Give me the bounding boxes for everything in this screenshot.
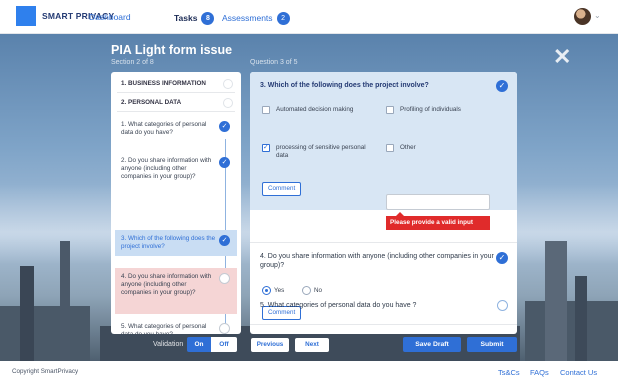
section-progress: Section 2 of 8 <box>111 59 154 66</box>
status-circle-icon <box>223 98 233 108</box>
question-3-title: 3. Which of the following does the proje… <box>260 82 429 89</box>
radio-label: No <box>314 287 323 294</box>
radio-no[interactable] <box>302 286 311 295</box>
status-circle-icon <box>223 79 233 89</box>
check-icon: ✓ <box>219 235 230 246</box>
radio-label: Yes <box>274 287 285 294</box>
sidebar-section-business[interactable]: 1. BUSINESS INFORMATION <box>117 76 235 93</box>
sidebar-item-label: 3. Which of the following does the proje… <box>121 235 216 251</box>
logo-icon[interactable] <box>16 6 36 26</box>
nav-assessments[interactable]: Assessments 2 <box>222 12 290 25</box>
status-circle-icon <box>219 323 230 334</box>
sidebar-panel: 1. BUSINESS INFORMATION 2. PERSONAL DATA… <box>111 72 241 334</box>
option-label: Other <box>400 144 416 151</box>
validation-label: Validation <box>153 341 184 348</box>
radio-yes[interactable] <box>262 286 271 295</box>
validation-off-toggle[interactable]: Off <box>211 337 237 352</box>
copyright-text: Copyright SmartPrivacy <box>12 368 79 375</box>
question-progress: Question 3 of 5 <box>250 59 298 66</box>
question-5-title[interactable]: 5. What categories of personal data do y… <box>260 302 416 309</box>
page-title: PIA Light form issue <box>111 43 233 57</box>
checkbox-automated-decision[interactable] <box>262 106 270 114</box>
previous-button[interactable]: Previous <box>251 338 289 352</box>
status-circle-icon <box>219 273 230 284</box>
status-circle-icon <box>497 300 508 311</box>
avatar[interactable] <box>574 8 591 25</box>
validation-on-toggle[interactable]: On <box>187 337 211 352</box>
check-icon: ✓ <box>496 252 508 264</box>
skyline-building <box>525 301 618 361</box>
close-icon[interactable]: ✕ <box>553 44 571 70</box>
terms-link[interactable]: Ts&Cs <box>498 368 520 377</box>
checkbox-other[interactable] <box>386 144 394 152</box>
check-icon: ✓ <box>219 157 230 168</box>
checkbox-sensitive-data[interactable] <box>262 143 270 152</box>
sidebar-item-q2[interactable]: 2. Do you share information with anyone … <box>115 152 237 187</box>
validation-error: Please provide a valid input <box>386 212 490 230</box>
skyline-building <box>0 306 90 361</box>
skyline-building <box>545 241 567 361</box>
question-panel: 3. Which of the following does the proje… <box>250 72 517 334</box>
sidebar-section-personal-data[interactable]: 2. PERSONAL DATA <box>117 95 235 112</box>
save-draft-button[interactable]: Save Draft <box>403 337 461 352</box>
sidebar-item-label: 1. What categories of personal data do y… <box>121 121 207 137</box>
sidebar-item-q4[interactable]: 4. Do you share information with anyone … <box>115 268 237 314</box>
sidebar-item-label: 4. Do you share information with anyone … <box>121 273 212 297</box>
divider <box>250 324 517 325</box>
page-footer: Copyright SmartPrivacy Ts&Cs FAQs Contac… <box>0 361 618 381</box>
checkbox-profiling[interactable] <box>386 106 394 114</box>
assessments-count-badge: 2 <box>276 12 290 25</box>
sidebar-item-q5[interactable]: 5. What categories of personal data do y… <box>115 318 237 334</box>
question-3-card: 3. Which of the following does the proje… <box>250 72 517 210</box>
option-label: processing of sensitive personal data <box>276 144 366 159</box>
check-icon: ✓ <box>496 80 508 92</box>
contact-us-link[interactable]: Contact Us <box>560 368 597 377</box>
check-icon: ✓ <box>219 121 230 132</box>
question-4-title: 4. Do you share information with anyone … <box>260 253 494 269</box>
divider <box>250 242 517 243</box>
nav-dashboard[interactable]: Dashboard <box>89 12 131 22</box>
submit-button[interactable]: Submit <box>467 337 517 352</box>
faqs-link[interactable]: FAQs <box>530 368 549 377</box>
tasks-count-badge: 8 <box>201 12 215 25</box>
crane-icon <box>60 241 70 361</box>
sidebar-item-label: 2. Do you share information with anyone … <box>121 157 212 181</box>
option-label: Automated decision making <box>276 106 354 113</box>
sidebar-item-label: 5. What categories of personal data do y… <box>121 323 207 334</box>
next-button[interactable]: Next <box>295 338 329 352</box>
option-label: Profiling of individuals <box>400 106 461 113</box>
skyline-building <box>20 266 34 361</box>
other-text-input[interactable] <box>386 194 490 210</box>
form-backdrop: ✕ PIA Light form issue Section 2 of 8 Qu… <box>0 34 618 361</box>
skyline-building <box>575 276 587 361</box>
top-navbar: SMART PRIVACY Dashboard Tasks 8 Assessmen… <box>0 0 618 34</box>
sidebar-item-q3[interactable]: 3. Which of the following does the proje… <box>115 230 237 257</box>
chevron-down-icon[interactable]: ⌄ <box>594 11 601 20</box>
nav-tasks[interactable]: Tasks 8 <box>174 12 215 25</box>
comment-button[interactable]: Comment <box>262 182 302 196</box>
sidebar-item-q1[interactable]: 1. What categories of personal data do y… <box>115 116 237 142</box>
